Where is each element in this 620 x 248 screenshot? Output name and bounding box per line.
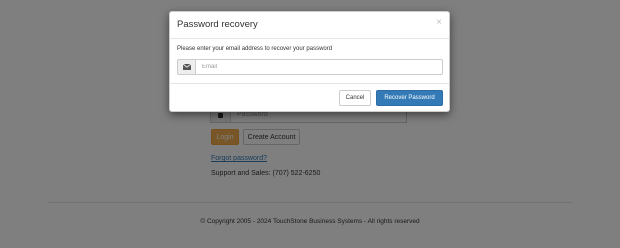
email-field-group	[177, 59, 443, 75]
modal-title: Password recovery	[177, 19, 258, 30]
close-icon[interactable]: ×	[436, 17, 442, 29]
modal-header: Password recovery ×	[170, 12, 449, 39]
recovery-instructions: Please enter your email address to recov…	[177, 46, 333, 52]
password-recovery-dialog: Password recovery × Please enter your em…	[169, 11, 450, 112]
modal-footer-divider	[170, 83, 449, 84]
recover-password-button[interactable]: Recover Password	[376, 90, 443, 106]
cancel-button[interactable]: Cancel	[339, 90, 371, 106]
email-input[interactable]	[195, 59, 443, 75]
envelope-icon	[177, 59, 195, 75]
